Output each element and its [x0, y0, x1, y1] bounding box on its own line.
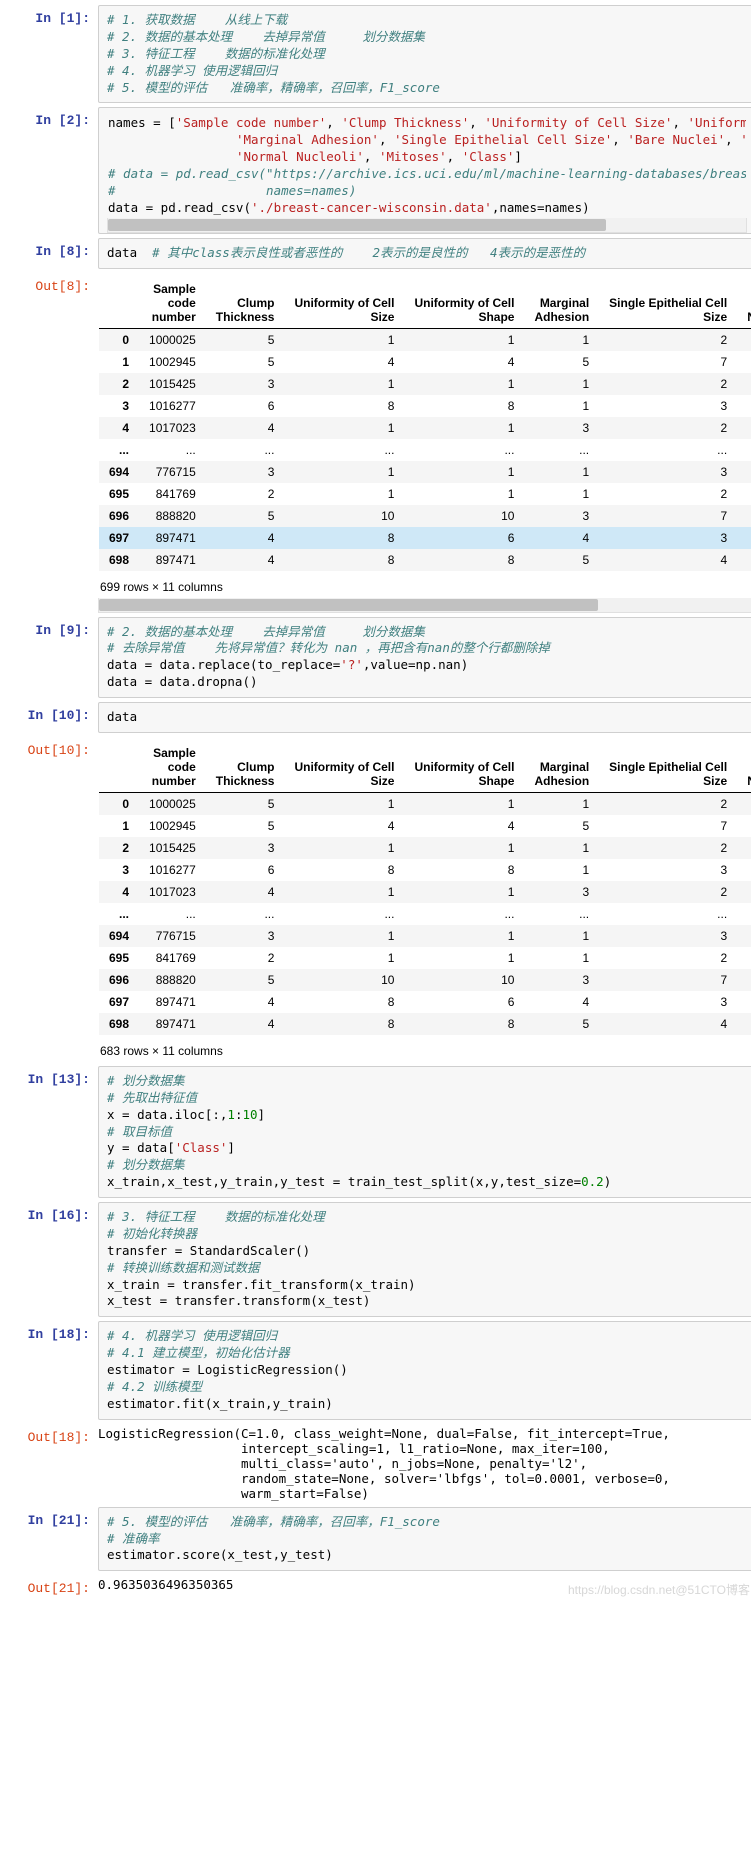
code-input-9[interactable]: # 2. 数据的基本处理 去掉异常值 划分数据集 # 去除异常值 先将异常值？转… [98, 617, 751, 699]
table-row: .............................. [99, 903, 751, 925]
cell-10-in: In [10]: data [5, 702, 751, 733]
cell-9: In [9]: # 2. 数据的基本处理 去掉异常值 划分数据集 # 去除异常值… [5, 617, 751, 699]
table-row: 0100002551112131 [99, 328, 751, 351]
code-input-21[interactable]: # 5. 模型的评估 准确率，精确率，召回率，F1_score # 准确率 es… [98, 1507, 751, 1572]
table-row: 698897471488545104 [99, 549, 751, 571]
table-row: 69477671531113211 [99, 925, 751, 947]
cell-16: In [16]: # 3. 特征工程 数据的标准化处理 # 初始化转换器 tra… [5, 1202, 751, 1317]
df-10-scroll[interactable]: SamplecodenumberClumpThicknessUniformity… [98, 737, 751, 1038]
cell-2: In [2]: names = ['Sample code number', '… [5, 107, 751, 233]
table-row: 11002945544571032 [99, 351, 751, 373]
in-prompt-9: In [9]: [5, 617, 98, 699]
df-8-scroll[interactable]: SamplecodenumberClumpThicknessUniformity… [98, 273, 751, 574]
out-prompt-8: Out[8]: [5, 273, 98, 613]
in-prompt-8: In [8]: [5, 238, 98, 269]
df-8-dims: 699 rows × 11 columns [98, 574, 751, 598]
in-prompt-10: In [10]: [5, 702, 98, 733]
in-prompt-16: In [16]: [5, 1202, 98, 1317]
table-row: 69688882051010373810 [99, 969, 751, 991]
in-prompt-2: In [2]: [5, 107, 98, 233]
out-prompt-21: Out[21]: [5, 1575, 98, 1596]
code-input-1[interactable]: # 1. 获取数据 从线上下载 # 2. 数据的基本处理 去掉异常值 划分数据集… [98, 5, 751, 103]
cell-21-in: In [21]: # 5. 模型的评估 准确率，精确率，召回率，F1_score… [5, 1507, 751, 1572]
code-input-13[interactable]: # 划分数据集 # 先取出特征值 x = data.iloc[:,1:10] #… [98, 1066, 751, 1198]
out-prompt-10: Out[10]: [5, 737, 98, 1062]
code-lines: names = ['Sample code number', 'Clump Th… [108, 115, 746, 216]
table-row: 69584176921112111 [99, 483, 751, 505]
table-row: 4101702341132131 [99, 417, 751, 439]
code-input-10[interactable]: data [98, 702, 751, 733]
cell-21-out: Out[21]: 0.9635036496350365 https://blog… [5, 1575, 751, 1596]
code-input-16[interactable]: # 3. 特征工程 数据的标准化处理 # 初始化转换器 transfer = S… [98, 1202, 751, 1317]
df-10-dims: 683 rows × 11 columns [98, 1038, 751, 1062]
table-row: 2101542531112231 [99, 837, 751, 859]
out-text-18: LogisticRegression(C=1.0, class_weight=N… [98, 1424, 751, 1503]
cell-10-out: Out[10]: SamplecodenumberClumpThicknessU… [5, 737, 751, 1062]
dataframe-8: SamplecodenumberClumpThicknessUniformity… [99, 278, 751, 571]
hscroll-bar[interactable] [107, 218, 747, 233]
code-input-18[interactable]: # 4. 机器学习 使用逻辑回归 # 4.1 建立模型，初始化估计器 estim… [98, 1321, 751, 1419]
in-prompt-1: In [1]: [5, 5, 98, 103]
cell-8-in: In [8]: data # 其中class表示良性或者恶性的 2表示的是良性的… [5, 238, 751, 269]
in-prompt-18: In [18]: [5, 1321, 98, 1419]
table-row: 69584176921112111 [99, 947, 751, 969]
cell-8-out: Out[8]: SamplecodenumberClumpThicknessUn… [5, 273, 751, 613]
table-row: 0100002551112131 [99, 792, 751, 815]
code-input-2[interactable]: names = ['Sample code number', 'Clump Th… [98, 107, 751, 233]
table-row: 69688882051010373810 [99, 505, 751, 527]
table-row: 69477671531113211 [99, 461, 751, 483]
in-prompt-21: In [21]: [5, 1507, 98, 1572]
cell-13: In [13]: # 划分数据集 # 先取出特征值 x = data.iloc[… [5, 1066, 751, 1198]
table-row: 3101627768813437 [99, 395, 751, 417]
dataframe-10: SamplecodenumberClumpThicknessUniformity… [99, 742, 751, 1035]
code-input-8[interactable]: data # 其中class表示良性或者恶性的 2表示的是良性的 4表示的是恶性… [98, 238, 751, 269]
table-row: 697897471486434106 [99, 991, 751, 1013]
hscroll-bar[interactable] [98, 598, 751, 613]
code-lines: # 1. 获取数据 从线上下载 # 2. 数据的基本处理 去掉异常值 划分数据集… [107, 12, 747, 96]
cell-18-in: In [18]: # 4. 机器学习 使用逻辑回归 # 4.1 建立模型，初始化… [5, 1321, 751, 1419]
in-prompt-13: In [13]: [5, 1066, 98, 1198]
table-row: 3101627768813437 [99, 859, 751, 881]
table-row: 698897471488545104 [99, 1013, 751, 1035]
table-row: .............................. [99, 439, 751, 461]
table-row: 2101542531112231 [99, 373, 751, 395]
table-row: 11002945544571032 [99, 815, 751, 837]
table-row: 697897471486434106 [99, 527, 751, 549]
table-row: 4101702341132131 [99, 881, 751, 903]
out-prompt-18: Out[18]: [5, 1424, 98, 1503]
cell-1: In [1]: # 1. 获取数据 从线上下载 # 2. 数据的基本处理 去掉异… [5, 5, 751, 103]
cell-18-out: Out[18]: LogisticRegression(C=1.0, class… [5, 1424, 751, 1503]
out-text-21: 0.9635036496350365 [98, 1575, 751, 1594]
